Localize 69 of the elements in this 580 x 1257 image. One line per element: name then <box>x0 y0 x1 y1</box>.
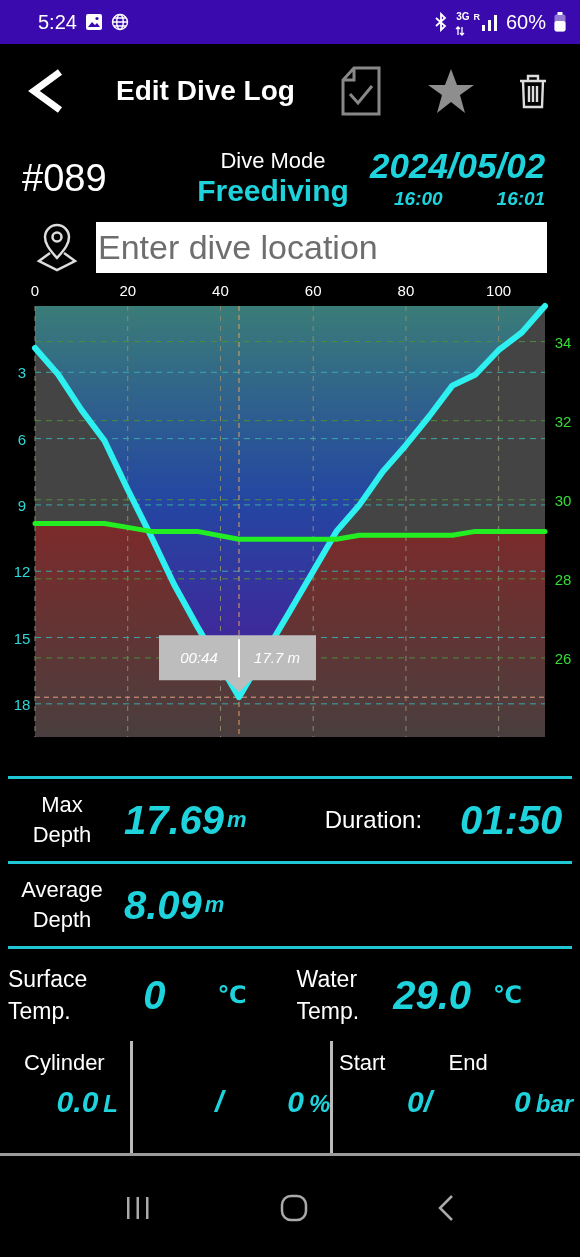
dive-number: #089 <box>21 156 108 200</box>
temperature-axis-label: 28 <box>554 570 572 588</box>
document-check-icon[interactable] <box>341 66 381 116</box>
roaming-indicator: R <box>473 12 480 22</box>
signal-icon <box>481 13 498 31</box>
stat-value: 01:50 <box>460 797 563 843</box>
temperature-value[interactable]: 29.0 <box>393 972 472 1018</box>
unit-label: bar <box>535 1090 574 1118</box>
bluetooth-icon <box>434 12 449 32</box>
image-icon <box>84 13 103 31</box>
x-axis-label: 60 <box>304 282 322 299</box>
tooltip-depth: 17.7 m <box>254 649 300 667</box>
cylinder-volume[interactable]: 0.0 <box>56 1085 99 1119</box>
end-pressure-value[interactable]: 0 <box>514 1085 531 1119</box>
unit-label: m <box>204 892 225 918</box>
trash-icon[interactable] <box>519 73 547 109</box>
battery-icon <box>554 12 566 32</box>
battery-percentage: 60% <box>505 10 546 34</box>
end-time[interactable]: 16:01 <box>496 188 546 210</box>
home-icon[interactable] <box>280 1194 308 1222</box>
unit-label: L <box>103 1090 118 1118</box>
depth-axis-label: 18 <box>13 695 31 713</box>
unit-label: m <box>227 807 247 833</box>
back-icon[interactable] <box>437 1194 456 1222</box>
x-axis-label: 40 <box>212 282 229 299</box>
unit-label: % <box>309 1090 331 1118</box>
star-icon[interactable] <box>427 68 475 114</box>
temperature-axis-label: 34 <box>554 333 572 351</box>
tooltip-time: 00:44 <box>180 649 218 667</box>
depth-axis-label: 9 <box>17 496 27 514</box>
temperature-axis-label: 32 <box>554 412 572 430</box>
depth-axis-label: 3 <box>17 364 27 382</box>
stat-value: 8.09 <box>124 882 202 928</box>
location-field[interactable]: Enter dive location <box>96 221 547 273</box>
dive-mode-label: Dive Mode <box>220 148 326 174</box>
x-axis-label: 100 <box>486 282 512 299</box>
unit-label: ℃ <box>493 981 523 1009</box>
clock: 5:24 <box>38 10 77 34</box>
depth-axis-label: 15 <box>13 629 31 647</box>
recent-apps-icon[interactable] <box>124 1196 151 1220</box>
stat-label: Duration: <box>324 806 423 834</box>
x-axis-label: 80 <box>397 282 415 299</box>
network-indicator: 3G <box>456 12 470 21</box>
x-axis-label: 0 <box>30 282 40 299</box>
temperature-label: Water Temp. <box>296 965 360 1026</box>
start-pressure-label: Start <box>339 1050 386 1076</box>
depth-axis-label: 12 <box>13 563 31 581</box>
separator: / <box>215 1085 224 1119</box>
screen-title: Edit Dive Log <box>116 75 296 107</box>
globe-icon <box>110 13 129 31</box>
temperature-label: Surface Temp. <box>8 965 88 1026</box>
stat-value: 17.69 <box>124 797 225 843</box>
temperature-axis-label: 26 <box>554 649 572 667</box>
unit-label: ℃ <box>217 981 247 1009</box>
dive-mode-value[interactable]: Freediving <box>197 174 349 208</box>
temperature-value[interactable]: 0 <box>143 972 166 1018</box>
start-pressure-value[interactable]: 0/ <box>407 1085 433 1119</box>
stat-label: Average Depth <box>21 876 103 934</box>
stat-label: Max Depth <box>32 791 92 849</box>
dive-date[interactable]: 2024/05/02 <box>370 146 546 186</box>
temperature-axis-label: 30 <box>554 491 572 509</box>
end-pressure-label: End <box>448 1050 488 1076</box>
start-time[interactable]: 16:00 <box>394 188 443 210</box>
location-pin-icon <box>36 222 78 272</box>
depth-axis-label: 6 <box>17 430 27 448</box>
x-axis-label: 20 <box>119 282 137 299</box>
cylinder-label: Cylinder <box>23 1049 106 1077</box>
data-arrows-icon <box>455 26 466 36</box>
gas-mix-value[interactable]: 0 <box>287 1085 305 1119</box>
